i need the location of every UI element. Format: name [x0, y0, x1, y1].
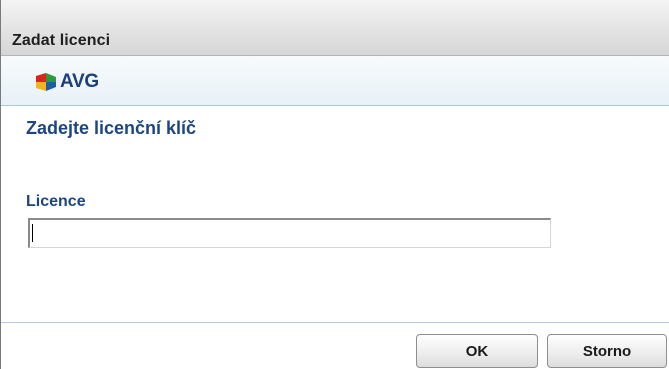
- license-input[interactable]: [28, 218, 551, 248]
- text-caret: [32, 224, 33, 242]
- window-title: Zadat licenci: [12, 32, 111, 49]
- avg-logo: AVG: [35, 71, 99, 93]
- footer-divider: [1, 322, 669, 323]
- title-bar[interactable]: Zadat licenci: [1, 0, 669, 56]
- dialog-heading: Zadejte licenční klíč: [26, 118, 197, 138]
- avg-logo-icon: [36, 73, 56, 91]
- license-dialog: Zadat licenci AVG Zadejte licenční klíč …: [0, 0, 669, 369]
- brand-name: AVG: [60, 71, 99, 92]
- license-label: Licence: [26, 193, 86, 210]
- ok-button[interactable]: OK: [416, 334, 538, 368]
- cancel-button[interactable]: Storno: [547, 334, 667, 368]
- brand-header: AVG: [1, 56, 669, 106]
